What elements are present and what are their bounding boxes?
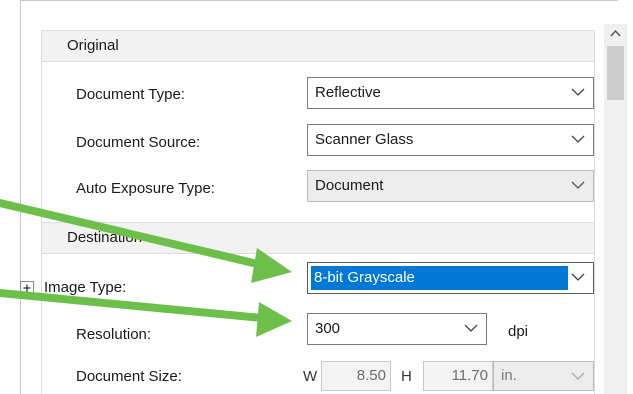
image-type-select[interactable]: 8-bit Grayscale <box>307 262 594 294</box>
height-field[interactable]: 11.70 <box>423 361 493 391</box>
scroll-thumb[interactable] <box>607 46 624 100</box>
chevron-down-icon <box>571 134 585 144</box>
chevron-down-icon <box>571 180 585 190</box>
document-size-label: Document Size: <box>76 368 182 385</box>
document-source-select[interactable]: Scanner Glass <box>307 124 594 156</box>
destination-section-header: Destination <box>41 222 595 254</box>
height-label: H <box>401 368 412 385</box>
chevron-down-icon <box>571 371 585 381</box>
resolution-unit: dpi <box>508 323 529 340</box>
chevron-up-icon[interactable] <box>604 24 627 44</box>
resolution-value: 300 <box>315 320 341 337</box>
document-source-value: Scanner Glass <box>315 131 414 148</box>
resolution-select[interactable]: 300 <box>307 313 487 345</box>
chevron-down-icon <box>571 87 585 97</box>
width-field[interactable]: 8.50 <box>321 361 391 391</box>
width-label: W <box>303 368 318 385</box>
chevron-down-icon <box>464 323 478 333</box>
resolution-label: Resolution: <box>76 326 152 343</box>
auto-exposure-select[interactable]: Document <box>307 170 594 202</box>
size-unit-value: in. <box>501 367 517 384</box>
chevron-down-icon <box>571 272 585 282</box>
auto-exposure-label: Auto Exposure Type: <box>76 180 215 197</box>
document-type-label: Document Type: <box>76 86 185 103</box>
plus-icon[interactable] <box>20 281 34 295</box>
image-type-value: 8-bit Grayscale <box>311 266 568 290</box>
image-type-label: Image Type: <box>44 279 127 296</box>
document-source-label: Document Source: <box>76 134 201 151</box>
size-unit-select[interactable]: in. <box>493 361 594 391</box>
document-type-select[interactable]: Reflective <box>307 77 594 109</box>
destination-section-title: Destination <box>67 229 143 246</box>
document-type-value: Reflective <box>315 84 381 101</box>
vertical-scrollbar[interactable] <box>604 24 627 394</box>
auto-exposure-value: Document <box>315 177 384 194</box>
original-section-title: Original <box>67 37 119 54</box>
original-section-header: Original <box>41 30 595 62</box>
